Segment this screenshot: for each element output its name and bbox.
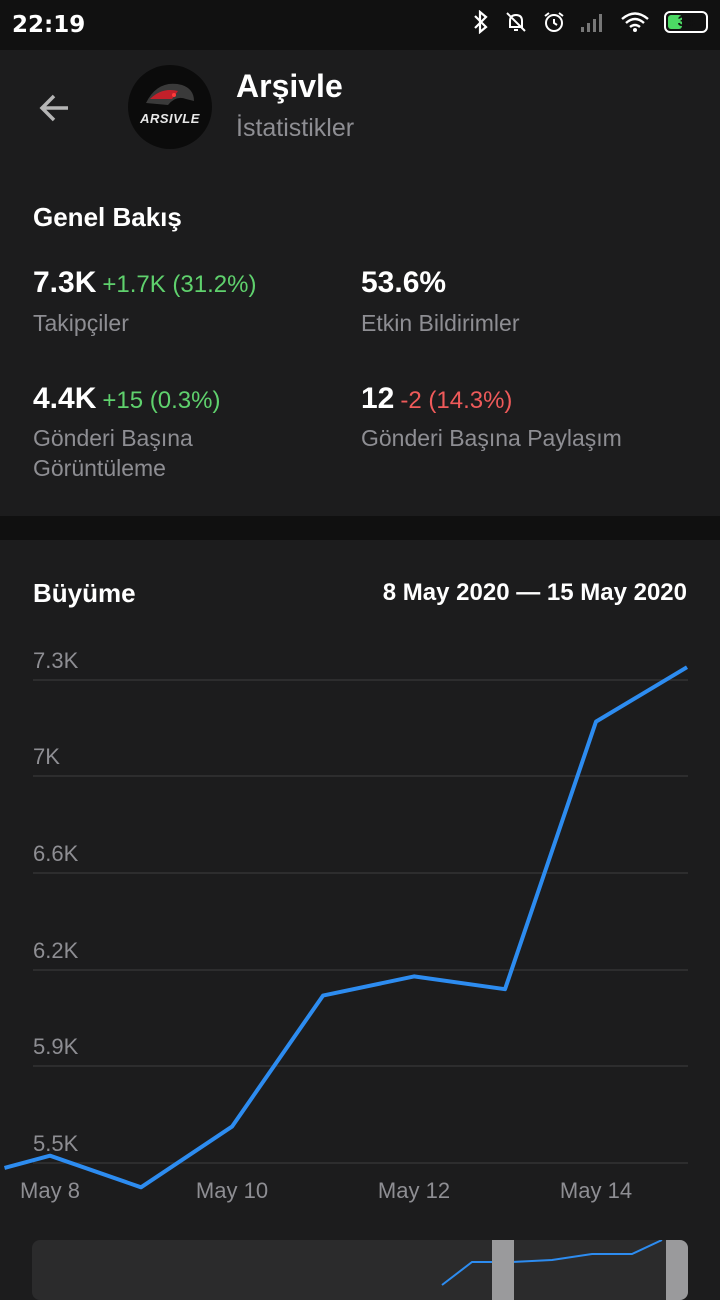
overview-section: Genel Bakış 7.3K +1.7K (31.2%) Takipçiler… bbox=[0, 162, 720, 516]
battery-icon: 34 bbox=[664, 11, 708, 33]
range-scrubber[interactable] bbox=[32, 1240, 688, 1300]
avatar-logo-text: ARSIVLE bbox=[140, 111, 200, 126]
app-header: ARSIVLE Arşivle İstatistikler bbox=[0, 50, 720, 162]
bell-muted-icon bbox=[506, 12, 526, 32]
shares-per-post-value: 12 bbox=[361, 382, 395, 415]
y-tick-label: 5.5K bbox=[33, 1131, 79, 1156]
x-tick-label: May 12 bbox=[378, 1178, 450, 1203]
bluetooth-icon bbox=[474, 10, 488, 34]
followers-value: 7.3K bbox=[33, 266, 97, 299]
channel-title: Arşivle bbox=[236, 68, 343, 104]
status-bar: 22:19 34 bbox=[0, 0, 720, 50]
status-icons: 34 bbox=[472, 10, 708, 34]
wifi-icon bbox=[621, 12, 649, 32]
eagle-logo-icon bbox=[146, 83, 194, 105]
notifications-stat: 53.6% bbox=[361, 266, 446, 300]
growth-title: Büyüme bbox=[33, 578, 136, 608]
views-per-post-delta: +15 (0.3%) bbox=[102, 387, 221, 414]
followers-label: Takipçiler bbox=[33, 310, 129, 336]
views-per-post-stat: 4.4K +15 (0.3%) bbox=[33, 382, 220, 416]
notifications-value: 53.6% bbox=[361, 266, 447, 299]
channel-avatar[interactable]: ARSIVLE bbox=[128, 65, 212, 149]
page-subtitle: İstatistikler bbox=[236, 114, 355, 142]
alarm-icon bbox=[544, 12, 564, 32]
overview-title: Genel Bakış bbox=[33, 202, 182, 232]
growth-chart[interactable]: 7.3K 7K 6.6K 6.2K 5.9K 5.5K May 8 May 10 May 12 M… bbox=[0, 540, 720, 1240]
notifications-label: Etkin Bildirimler bbox=[361, 310, 520, 336]
series-line bbox=[3, 665, 689, 1190]
views-per-post-label: Gönderi Başına Görüntüleme bbox=[33, 425, 193, 481]
y-tick-label: 6.2K bbox=[33, 938, 79, 963]
x-tick-label: May 8 bbox=[20, 1178, 80, 1203]
followers-delta: +1.7K (31.2%) bbox=[102, 271, 257, 298]
y-tick-label: 6.6K bbox=[33, 841, 79, 866]
views-per-post-value: 4.4K bbox=[33, 382, 97, 415]
signal-icon bbox=[581, 14, 602, 32]
back-arrow-icon[interactable] bbox=[34, 86, 78, 130]
shares-per-post-stat: 12 -2 (14.3%) bbox=[361, 382, 512, 416]
growth-section: 7.3K 7K 6.6K 6.2K 5.9K 5.5K May 8 May 10 May 12 M… bbox=[0, 540, 720, 1300]
followers-stat: 7.3K +1.7K (31.2%) bbox=[33, 266, 256, 300]
section-divider bbox=[0, 516, 720, 540]
date-range[interactable]: 8 May 2020 — 15 May 2020 bbox=[383, 579, 687, 607]
status-time: 22:19 bbox=[12, 12, 86, 38]
y-tick-label: 5.9K bbox=[33, 1034, 79, 1059]
scrubber-window-handle[interactable] bbox=[492, 1240, 688, 1300]
y-tick-label: 7K bbox=[33, 744, 60, 769]
battery-level: 34 bbox=[677, 13, 695, 30]
y-tick-label: 7.3K bbox=[33, 648, 79, 673]
shares-per-post-delta: -2 (14.3%) bbox=[400, 387, 513, 414]
x-tick-label: May 10 bbox=[196, 1178, 268, 1203]
x-tick-label: May 14 bbox=[560, 1178, 632, 1203]
shares-per-post-label: Gönderi Başına Paylaşım bbox=[361, 425, 622, 451]
